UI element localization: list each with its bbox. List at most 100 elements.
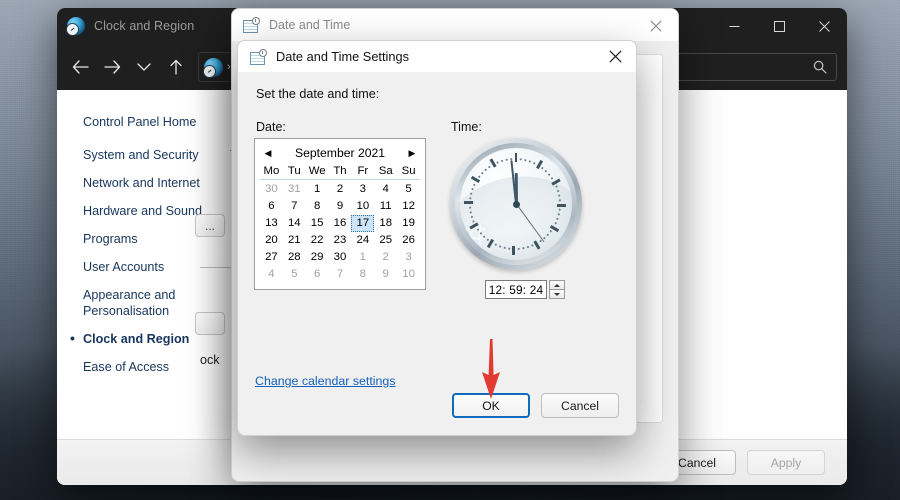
change-calendar-settings-link[interactable]: Change calendar settings [255, 374, 396, 388]
calendar-day[interactable]: 5 [397, 181, 420, 198]
calendar-day[interactable]: 16 [329, 215, 352, 232]
calendar-day[interactable]: 7 [329, 266, 352, 283]
calendar-header: ◀ September 2021 ▶ [260, 143, 420, 163]
clock-tick-minor [484, 168, 487, 171]
date-and-time-title: Date and Time [269, 18, 351, 32]
calendar-day[interactable]: 8 [306, 198, 329, 215]
calendar-day[interactable]: 2 [374, 249, 397, 266]
calendar-day[interactable]: 30 [329, 249, 352, 266]
calendar-next-month-icon[interactable]: ▶ [404, 148, 420, 158]
calendar-day[interactable]: 3 [397, 249, 420, 266]
calendar-dow-fr: Fr [357, 165, 369, 177]
calendar-day[interactable]: 1 [351, 249, 374, 266]
clock-tick-major [556, 204, 566, 207]
calendar-day[interactable]: 19 [397, 215, 420, 232]
clock-tick-minor [548, 173, 551, 176]
calendar-day[interactable]: 8 [351, 266, 374, 283]
calendar-day-selected[interactable]: 17 [351, 215, 375, 232]
calendar-day[interactable]: 30 [260, 181, 283, 198]
spinner-up-icon[interactable] [549, 280, 565, 289]
ok-button[interactable]: OK [452, 393, 530, 418]
time-input[interactable]: 12: 59: 24 [485, 280, 547, 299]
chevron-down-icon[interactable] [129, 52, 159, 82]
clock-tick-major [512, 246, 515, 255]
calendar-day[interactable]: 3 [351, 181, 374, 198]
calendar-day[interactable]: 5 [283, 266, 306, 283]
calendar-dow-tu: Tu [287, 165, 301, 177]
breadcrumb-globe-clock-icon[interactable] [203, 57, 223, 78]
calendar-day[interactable]: 22 [306, 232, 329, 249]
clock-tick-minor [533, 161, 536, 165]
calendar-day[interactable]: 21 [283, 232, 306, 249]
calendar-day[interactable]: 27 [260, 249, 283, 266]
sidebar-item-ease-of-access[interactable]: Ease of Access [83, 359, 218, 375]
calendar-separator [260, 179, 420, 180]
calendar-day[interactable]: 14 [283, 215, 306, 232]
control-panel-title: Clock and Region [94, 19, 195, 33]
sidebar-item-control-panel-home[interactable]: Control Panel Home [83, 114, 218, 130]
minimize-icon[interactable] [712, 8, 757, 44]
clock-center-pin [512, 200, 520, 208]
partial-button-2[interactable] [195, 312, 225, 335]
calendar-day[interactable]: 24 [351, 232, 374, 249]
calendar-prev-month-icon[interactable]: ◀ [260, 148, 276, 158]
calendar-day[interactable]: 31 [283, 181, 306, 198]
calendar-day[interactable]: 12 [397, 198, 420, 215]
control-panel-sidebar: Control Panel Home System and Security N… [57, 90, 235, 485]
up-arrow-icon[interactable] [161, 52, 191, 82]
globe-clock-icon [66, 17, 85, 36]
settings-heading: Set the date and time: [256, 87, 380, 101]
back-arrow-icon[interactable] [65, 52, 95, 82]
calendar-day[interactable]: 25 [374, 232, 397, 249]
calendar-day[interactable]: 6 [306, 266, 329, 283]
calendar-picker[interactable]: ◀ September 2021 ▶ Mo Tu We Th Fr Sa Su 30 31 1 2… [254, 138, 426, 290]
clock-tick-major [514, 153, 518, 162]
close-icon[interactable] [633, 9, 678, 42]
clock-tick-minor [500, 159, 503, 162]
calendar-day-grid[interactable]: 30 31 1 2 3 4 5 6 7 8 9 10 11 12 13 14 15 16 17 18 19 20 21 22 2… [260, 181, 420, 283]
date-and-time-titlebar: Date and Time [232, 9, 678, 42]
calendar-day[interactable]: 13 [260, 215, 283, 232]
calendar-day[interactable]: 4 [374, 181, 397, 198]
sidebar-item-user-accounts[interactable]: User Accounts [83, 259, 218, 275]
calendar-day[interactable]: 18 [374, 215, 397, 232]
calendar-day[interactable]: 23 [329, 232, 352, 249]
close-icon[interactable] [802, 8, 847, 44]
spinner-down-icon[interactable] [549, 289, 565, 299]
calendar-day[interactable]: 1 [306, 181, 329, 198]
cancel-button[interactable]: Cancel [541, 393, 619, 418]
calendar-day[interactable]: 20 [260, 232, 283, 249]
clock-tick-minor [481, 172, 484, 175]
calendar-day[interactable]: 28 [283, 249, 306, 266]
close-icon[interactable] [594, 41, 636, 72]
time-spinner[interactable] [549, 280, 565, 299]
sidebar-item-system-and-security[interactable]: System and Security [83, 147, 218, 163]
sidebar-item-network-and-internet[interactable]: Network and Internet [83, 175, 218, 191]
calendar-day[interactable]: 7 [283, 198, 306, 215]
calendar-day[interactable]: 2 [329, 181, 352, 198]
clock-tick-minor [488, 165, 491, 169]
calendar-clock-icon [250, 48, 267, 65]
time-label: Time: [451, 120, 482, 134]
calendar-day[interactable]: 4 [260, 266, 283, 283]
calendar-day[interactable]: 10 [397, 266, 420, 283]
calendar-day[interactable]: 9 [374, 266, 397, 283]
calendar-day[interactable]: 6 [260, 198, 283, 215]
window-controls [712, 8, 847, 44]
calendar-day[interactable]: 29 [306, 249, 329, 266]
calendar-day[interactable]: 11 [374, 198, 397, 215]
calendar-day[interactable]: 9 [329, 198, 352, 215]
settings-dialog-title: Date and Time Settings [276, 49, 410, 64]
calendar-day[interactable]: 15 [306, 215, 329, 232]
settings-dialog-titlebar: Date and Time Settings [238, 41, 636, 72]
calendar-day[interactable]: 26 [397, 232, 420, 249]
partial-browse-button[interactable]: ... [195, 214, 225, 237]
calendar-month-year[interactable]: September 2021 [276, 146, 404, 160]
maximize-icon[interactable] [757, 8, 802, 44]
clock-tick-major [463, 201, 473, 204]
search-icon [813, 60, 827, 74]
partial-clock-text: ock [200, 353, 220, 367]
forward-arrow-icon[interactable] [97, 52, 127, 82]
clock-tick-minor [559, 199, 562, 201]
calendar-day[interactable]: 10 [351, 198, 374, 215]
